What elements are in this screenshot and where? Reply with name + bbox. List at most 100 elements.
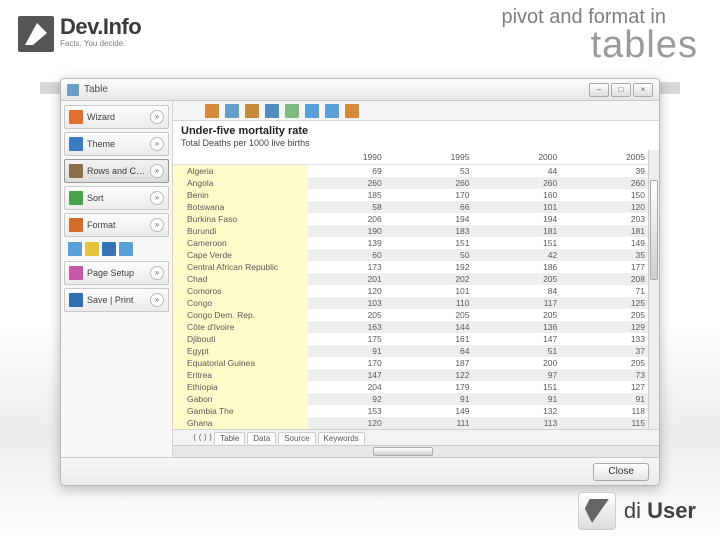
table-row[interactable]: Equatorial Guinea170187200205 xyxy=(173,357,659,369)
data-cell[interactable]: 35 xyxy=(571,249,659,261)
data-cell[interactable]: 170 xyxy=(396,189,484,201)
row-label-cell[interactable]: Burundi xyxy=(173,225,308,237)
tab-source[interactable]: Source xyxy=(278,432,315,444)
data-cell[interactable]: 103 xyxy=(308,297,396,309)
row-label-cell[interactable]: Chad xyxy=(173,273,308,285)
table-row[interactable]: Benin185170160150 xyxy=(173,189,659,201)
toolbar-button[interactable] xyxy=(305,104,319,118)
data-cell[interactable]: 208 xyxy=(571,273,659,285)
data-cell[interactable]: 205 xyxy=(396,309,484,321)
data-cell[interactable]: 151 xyxy=(484,381,572,393)
row-label-cell[interactable]: Equatorial Guinea xyxy=(173,357,308,369)
data-cell[interactable]: 101 xyxy=(396,285,484,297)
expand-icon[interactable]: » xyxy=(150,191,164,205)
data-cell[interactable]: 181 xyxy=(484,225,572,237)
data-cell[interactable]: 200 xyxy=(484,357,572,369)
data-cell[interactable]: 120 xyxy=(308,417,396,429)
row-label-cell[interactable]: Gambia The xyxy=(173,405,308,417)
toolbar-button[interactable] xyxy=(245,104,259,118)
row-label-cell[interactable]: Botswana xyxy=(173,201,308,213)
data-cell[interactable]: 92 xyxy=(308,393,396,405)
data-cell[interactable]: 147 xyxy=(484,333,572,345)
row-label-cell[interactable]: Algeria xyxy=(173,165,308,178)
data-cell[interactable]: 260 xyxy=(484,177,572,189)
table-row[interactable]: Cameroon139151151149 xyxy=(173,237,659,249)
data-cell[interactable]: 205 xyxy=(308,309,396,321)
data-cell[interactable]: 69 xyxy=(308,165,396,178)
data-cell[interactable]: 150 xyxy=(571,189,659,201)
sidebar-item-save-print[interactable]: Save | Print» xyxy=(64,288,169,312)
data-cell[interactable]: 153 xyxy=(308,405,396,417)
data-cell[interactable]: 111 xyxy=(396,417,484,429)
row-label-cell[interactable]: Cameroon xyxy=(173,237,308,249)
data-cell[interactable]: 194 xyxy=(396,213,484,225)
data-cell[interactable]: 163 xyxy=(308,321,396,333)
table-row[interactable]: Botswana5866101120 xyxy=(173,201,659,213)
row-label-cell[interactable]: Egypt xyxy=(173,345,308,357)
data-cell[interactable]: 151 xyxy=(396,237,484,249)
data-cell[interactable]: 39 xyxy=(571,165,659,178)
data-cell[interactable]: 127 xyxy=(571,381,659,393)
table-row[interactable]: Cape Verde60504235 xyxy=(173,249,659,261)
data-cell[interactable]: 205 xyxy=(484,309,572,321)
data-cell[interactable]: 129 xyxy=(571,321,659,333)
expand-icon[interactable]: » xyxy=(150,110,164,124)
row-label-cell[interactable]: Congo xyxy=(173,297,308,309)
sidebar-item-theme[interactable]: Theme» xyxy=(64,132,169,156)
tab-nav-icons[interactable]: ⟨ ⟨ ⟩ ⟩ xyxy=(193,433,212,442)
format-mini-icon[interactable] xyxy=(119,242,133,256)
column-header[interactable]: 1995 xyxy=(396,150,484,165)
row-label-cell[interactable]: Congo Dem. Rep. xyxy=(173,309,308,321)
data-cell[interactable]: 173 xyxy=(308,261,396,273)
data-cell[interactable]: 160 xyxy=(484,189,572,201)
data-cell[interactable]: 205 xyxy=(571,309,659,321)
row-label-cell[interactable]: Côte d'Ivoire xyxy=(173,321,308,333)
data-cell[interactable]: 91 xyxy=(571,393,659,405)
data-cell[interactable]: 185 xyxy=(308,189,396,201)
data-cell[interactable]: 144 xyxy=(396,321,484,333)
horizontal-scrollbar[interactable] xyxy=(173,445,659,457)
sidebar-item-sort[interactable]: Sort» xyxy=(64,186,169,210)
data-cell[interactable]: 170 xyxy=(308,357,396,369)
row-label-cell[interactable]: Ethiopia xyxy=(173,381,308,393)
data-cell[interactable]: 192 xyxy=(396,261,484,273)
tab-table[interactable]: Table xyxy=(214,432,245,444)
data-cell[interactable]: 190 xyxy=(308,225,396,237)
data-cell[interactable]: 64 xyxy=(396,345,484,357)
row-label-cell[interactable]: Benin xyxy=(173,189,308,201)
table-row[interactable]: Gambia The153149132118 xyxy=(173,405,659,417)
sidebar-item-format[interactable]: Format» xyxy=(64,213,169,237)
data-cell[interactable]: 50 xyxy=(396,249,484,261)
row-label-cell[interactable]: Angola xyxy=(173,177,308,189)
data-grid[interactable]: 1990199520002005 Algeria69534439Angola26… xyxy=(173,150,659,429)
table-row[interactable]: Congo Dem. Rep.205205205205 xyxy=(173,309,659,321)
data-cell[interactable]: 37 xyxy=(571,345,659,357)
table-row[interactable]: Burkina Faso206194194203 xyxy=(173,213,659,225)
toolbar-button[interactable] xyxy=(325,104,339,118)
row-label-cell[interactable]: Djibouti xyxy=(173,333,308,345)
data-cell[interactable]: 149 xyxy=(571,237,659,249)
data-cell[interactable]: 110 xyxy=(396,297,484,309)
data-cell[interactable]: 51 xyxy=(484,345,572,357)
table-row[interactable]: Congo103110117125 xyxy=(173,297,659,309)
toolbar-button[interactable] xyxy=(225,104,239,118)
data-cell[interactable]: 205 xyxy=(484,273,572,285)
data-cell[interactable]: 177 xyxy=(571,261,659,273)
row-label-cell[interactable]: Cape Verde xyxy=(173,249,308,261)
data-cell[interactable]: 204 xyxy=(308,381,396,393)
data-cell[interactable]: 44 xyxy=(484,165,572,178)
row-label-cell[interactable]: Ghana xyxy=(173,417,308,429)
expand-icon[interactable]: » xyxy=(150,164,164,178)
data-cell[interactable]: 183 xyxy=(396,225,484,237)
table-row[interactable]: Angola260260260260 xyxy=(173,177,659,189)
table-row[interactable]: Burundi190183181181 xyxy=(173,225,659,237)
sidebar-item-rows-and-colu-[interactable]: Rows and Colu…» xyxy=(64,159,169,183)
column-header[interactable]: 2005 xyxy=(571,150,659,165)
data-cell[interactable]: 91 xyxy=(308,345,396,357)
maximize-button[interactable]: □ xyxy=(611,83,631,97)
data-cell[interactable]: 149 xyxy=(396,405,484,417)
data-cell[interactable]: 147 xyxy=(308,369,396,381)
data-cell[interactable]: 205 xyxy=(571,357,659,369)
table-row[interactable]: Côte d'Ivoire163144136129 xyxy=(173,321,659,333)
data-cell[interactable]: 206 xyxy=(308,213,396,225)
